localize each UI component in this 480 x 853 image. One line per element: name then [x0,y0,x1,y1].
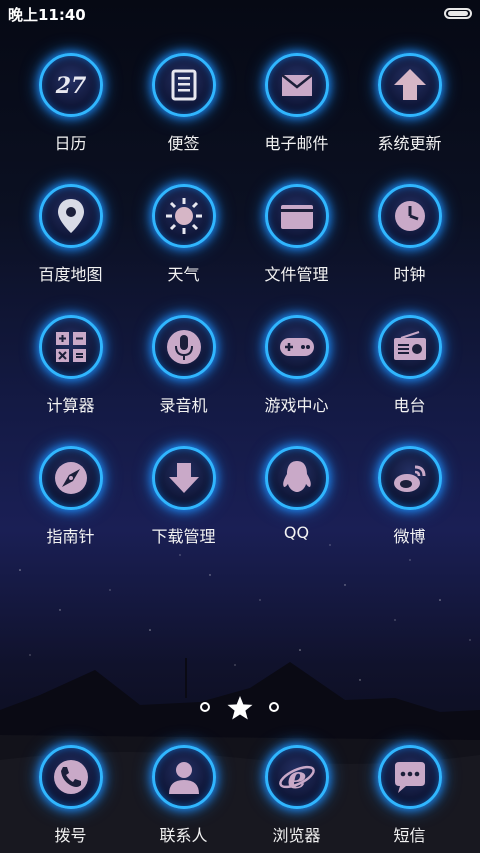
app-system-update[interactable]: 系统更新 [353,53,466,154]
app-label: 百度地图 [38,265,103,284]
email-icon [264,53,329,117]
weather-sun-icon [151,184,216,248]
dock-dialer[interactable]: 拨号 [14,745,127,846]
app-label: 天气 [167,265,200,284]
app-label: 短信 [393,826,426,845]
status-bar: 晚上11:40 [0,0,480,28]
app-label: 系统更新 [377,134,442,153]
contacts-icon [151,745,216,809]
app-label: 下载管理 [151,527,216,546]
app-label: 浏览器 [272,826,321,845]
dock-messages[interactable]: 短信 [353,745,466,846]
app-download-manager[interactable]: 下载管理 [127,446,240,547]
app-qq[interactable]: QQ [240,446,353,542]
app-label: 电台 [393,396,426,415]
svg-text:27: 27 [54,73,86,99]
dock-contacts[interactable]: 联系人 [127,745,240,846]
page-dot[interactable] [269,702,279,712]
app-label: 游戏中心 [264,396,329,415]
app-label: 计算器 [46,396,95,415]
qq-penguin-icon [264,446,329,510]
app-baidu-map[interactable]: 百度地图 [14,184,127,285]
compass-icon [38,446,103,510]
app-clock[interactable]: 时钟 [353,184,466,285]
app-label: 文件管理 [264,265,329,284]
radio-icon [377,315,442,379]
page-dot[interactable] [200,702,210,712]
app-email[interactable]: 电子邮件 [240,53,353,154]
folder-icon [264,184,329,248]
app-weather[interactable]: 天气 [127,184,240,285]
notes-icon [151,53,216,117]
calendar-icon: 27 [38,53,103,117]
download-icon [151,446,216,510]
app-calculator[interactable]: 计算器 [14,315,127,416]
calculator-icon [38,315,103,379]
app-label: 电子邮件 [264,134,329,153]
status-time: 晚上11:40 [8,6,86,24]
home-page-star-icon[interactable] [226,694,254,722]
app-recorder[interactable]: 录音机 [127,315,240,416]
app-weibo[interactable]: 微博 [353,446,466,547]
app-radio[interactable]: 电台 [353,315,466,416]
weibo-icon [377,446,442,510]
app-label: 微博 [393,527,426,546]
battery-icon [444,8,472,19]
app-file-manager[interactable]: 文件管理 [240,184,353,285]
app-label: 便签 [167,134,200,153]
clock-icon [377,184,442,248]
app-label: 录音机 [159,396,208,415]
app-label: 拨号 [54,826,87,845]
app-label: QQ [283,523,310,542]
app-label: 日历 [54,134,87,153]
app-label: 联系人 [159,826,208,845]
app-compass[interactable]: 指南针 [14,446,127,547]
microphone-icon [151,315,216,379]
message-icon [377,745,442,809]
system-update-icon [377,53,442,117]
app-label: 时钟 [393,265,426,284]
page-indicator[interactable] [0,694,480,722]
app-game-center[interactable]: 游戏中心 [240,315,353,416]
app-label: 指南针 [46,527,95,546]
dock-browser[interactable]: e 浏览器 [240,745,353,846]
gamepad-icon [264,315,329,379]
map-pin-icon [38,184,103,248]
app-calendar[interactable]: 27 日历 [14,53,127,154]
app-notes[interactable]: 便签 [127,53,240,154]
browser-icon: e [264,745,329,809]
phone-icon [38,745,103,809]
